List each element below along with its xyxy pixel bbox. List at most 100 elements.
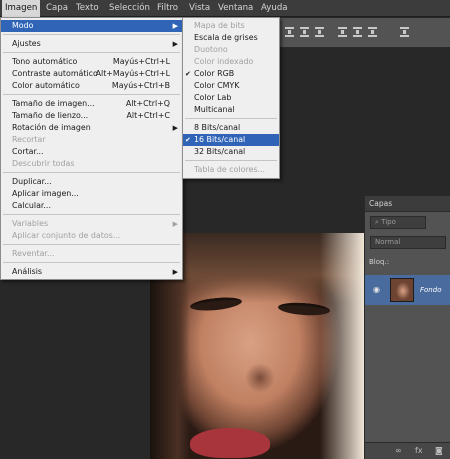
menu-capa[interactable]: Capa <box>43 0 71 17</box>
tab-capas[interactable]: Capas <box>369 199 392 208</box>
submenu-item-label: Mapa de bits <box>194 21 245 30</box>
layer-filter-label: Tipo <box>381 218 396 226</box>
align-vcenter-icon[interactable] <box>300 27 309 37</box>
checkmark-icon: ✔ <box>185 70 191 78</box>
blend-mode-label: Normal <box>375 238 401 246</box>
shortcut-label: Alt+Ctrl+C <box>126 111 170 120</box>
menu-item-aplicar-imagen[interactable]: Aplicar imagen... <box>1 188 182 200</box>
menu-item-label: Calcular... <box>12 201 51 210</box>
mode-submenu: Mapa de bits Escala de grises Duotono Co… <box>182 17 280 179</box>
align-left-icon[interactable] <box>338 27 347 37</box>
panel-footer: ∞ fx ◙ <box>365 442 450 459</box>
submenu-item-label: 32 Bits/canal <box>194 147 246 156</box>
submenu-arrow-icon: ▶ <box>172 40 178 48</box>
submenu-item-label: Escala de grises <box>194 33 258 42</box>
submenu-arrow-icon: ▶ <box>172 124 178 132</box>
shortcut-label: Mayús+Ctrl+B <box>111 81 170 90</box>
menu-item-contraste-automatico[interactable]: Contraste automático Alt+Mayús+Ctrl+L <box>1 68 182 80</box>
menu-item-label: Duplicar... <box>12 177 52 186</box>
menu-item-cortar[interactable]: Cortar... <box>1 146 182 158</box>
menu-item-duplicar[interactable]: Duplicar... <box>1 176 182 188</box>
photo-background <box>320 233 364 459</box>
submenu-arrow-icon: ▶ <box>172 22 178 30</box>
separator <box>3 214 180 215</box>
shortcut-label: Alt+Ctrl+Q <box>125 99 170 108</box>
fx-icon[interactable]: fx <box>415 446 423 455</box>
link-layers-icon[interactable]: ∞ <box>395 446 402 455</box>
menu-filtro[interactable]: Filtro <box>154 0 181 17</box>
visibility-eye-icon[interactable]: ◉ <box>373 285 380 294</box>
align-bottom-icon[interactable] <box>315 27 324 37</box>
menu-seleccion[interactable]: Selección <box>106 0 153 17</box>
menu-item-color-automatico[interactable]: Color automático Mayús+Ctrl+B <box>1 80 182 92</box>
image-menu: Modo ▶ Ajustes ▶ Tono automático Mayús+Ctrl… <box>0 17 183 280</box>
submenu-item-label: Color indexado <box>194 57 254 66</box>
submenu-item-label: Duotono <box>194 45 228 54</box>
photo-lips <box>190 428 270 458</box>
menu-texto[interactable]: Texto <box>73 0 102 17</box>
blend-mode-select[interactable]: Normal <box>370 236 446 249</box>
submenu-item-label: Multicanal <box>194 105 235 114</box>
submenu-item-color-rgb[interactable]: ✔ Color RGB <box>183 68 279 80</box>
submenu-item-color-cmyk[interactable]: Color CMYK <box>183 80 279 92</box>
menu-vista[interactable]: Vista <box>186 0 213 17</box>
align-top-icon[interactable] <box>285 27 294 37</box>
menu-item-analisis[interactable]: Análisis ▶ <box>1 266 182 278</box>
separator <box>185 160 277 161</box>
submenu-item-32-bits[interactable]: 32 Bits/canal <box>183 146 279 158</box>
submenu-item-escala-grises[interactable]: Escala de grises <box>183 32 279 44</box>
menu-item-label: Análisis <box>12 267 43 276</box>
panel-header: Capas <box>365 196 450 212</box>
distribute-icon[interactable] <box>400 27 409 37</box>
layer-name: Fondo <box>420 286 442 294</box>
separator <box>3 94 180 95</box>
menu-item-ajustes[interactable]: Ajustes ▶ <box>1 38 182 50</box>
submenu-arrow-icon: ▶ <box>172 268 178 276</box>
align-right-icon[interactable] <box>368 27 377 37</box>
submenu-item-8-bits[interactable]: 8 Bits/canal <box>183 122 279 134</box>
menu-item-label: Modo <box>12 21 34 30</box>
menu-item-label: Contraste automático <box>12 69 98 78</box>
shortcut-label: Alt+Mayús+Ctrl+L <box>95 69 170 78</box>
menu-item-tono-automatico[interactable]: Tono automático Mayús+Ctrl+L <box>1 56 182 68</box>
separator <box>3 244 180 245</box>
submenu-item-label: Color RGB <box>194 69 235 78</box>
submenu-item-label: 8 Bits/canal <box>194 123 241 132</box>
submenu-item-16-bits[interactable]: ✔ 16 Bits/canal <box>183 134 279 146</box>
layer-row-fondo[interactable]: ◉ Fondo <box>365 275 450 305</box>
separator <box>3 52 180 53</box>
menu-item-label: Reventar... <box>12 249 55 258</box>
menu-item-label: Recortar <box>12 135 46 144</box>
menu-ayuda[interactable]: Ayuda <box>258 0 291 17</box>
menu-item-label: Tono automático <box>12 57 78 66</box>
add-mask-icon[interactable]: ◙ <box>435 446 443 455</box>
menu-item-modo[interactable]: Modo ▶ <box>1 20 182 32</box>
submenu-item-tabla-colores: Tabla de colores... <box>183 164 279 176</box>
menu-item-label: Descubrir todas <box>12 159 75 168</box>
menu-imagen[interactable]: Imagen <box>2 0 41 17</box>
menu-item-tamano-lienzo[interactable]: Tamaño de lienzo... Alt+Ctrl+C <box>1 110 182 122</box>
photo-nose <box>245 363 275 393</box>
layer-thumbnail <box>390 278 414 302</box>
menu-item-label: Tamaño de lienzo... <box>12 111 89 120</box>
separator <box>3 262 180 263</box>
submenu-item-label: Color CMYK <box>194 81 240 90</box>
submenu-item-color-lab[interactable]: Color Lab <box>183 92 279 104</box>
submenu-item-label: Color Lab <box>194 93 232 102</box>
submenu-item-label: Tabla de colores... <box>194 165 266 174</box>
submenu-item-duotono: Duotono <box>183 44 279 56</box>
menu-ventana[interactable]: Ventana <box>215 0 256 17</box>
submenu-item-label: 16 Bits/canal <box>194 135 246 144</box>
layer-filter-select[interactable]: ⌕ Tipo <box>370 216 426 229</box>
lock-label: Bloq.: <box>369 258 390 266</box>
menu-item-descubrir-todas: Descubrir todas <box>1 158 182 170</box>
submenu-item-multicanal[interactable]: Multicanal <box>183 104 279 116</box>
menu-item-tamano-imagen[interactable]: Tamaño de imagen... Alt+Ctrl+Q <box>1 98 182 110</box>
menu-item-rotacion-imagen[interactable]: Rotación de imagen ▶ <box>1 122 182 134</box>
menu-item-calcular[interactable]: Calcular... <box>1 200 182 212</box>
layers-panel: Capas ⌕ Tipo Normal Bloq.: ◉ Fondo ∞ fx … <box>364 196 450 459</box>
separator <box>3 34 180 35</box>
align-hcenter-icon[interactable] <box>353 27 362 37</box>
submenu-item-mapa-bits: Mapa de bits <box>183 20 279 32</box>
submenu-item-color-indexado: Color indexado <box>183 56 279 68</box>
